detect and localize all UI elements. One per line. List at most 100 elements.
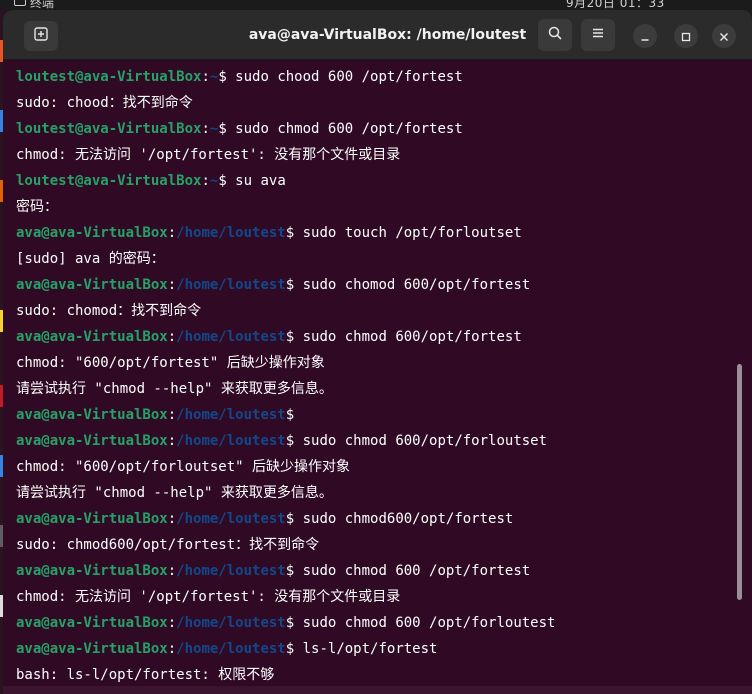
prompt-user-host: loutest@ava-VirtualBox [16, 121, 202, 137]
prompt-symbol: $ [285, 225, 295, 241]
prompt-user-host: ava@ava-VirtualBox [16, 225, 168, 241]
prompt-symbol: $ [285, 433, 295, 449]
prompt-line: ava@ava-VirtualBox:/home/loutest$ sudo t… [16, 220, 752, 246]
prompt-user-host: ava@ava-VirtualBox [16, 641, 168, 657]
prompt-symbol: $ [285, 563, 295, 579]
terminal-window: ava@ava-VirtualBox: /home/loutest loutes… [3, 10, 752, 694]
prompt-path: /home/loutest [176, 277, 286, 293]
terminal-output[interactable]: loutest@ava-VirtualBox:~$ sudo chood 600… [3, 60, 752, 694]
command-text: sudo chmod 600 /opt/forloutest [294, 615, 556, 631]
prompt-separator: : [167, 329, 177, 345]
prompt-path: /home/loutest [176, 641, 286, 657]
prompt-user-host: ava@ava-VirtualBox [16, 563, 168, 579]
command-text: sudo chood 600 /opt/fortest [226, 69, 463, 85]
output-line: chmod: "600/opt/fortest" 后缺少操作对象 [16, 350, 752, 376]
prompt-line: ava@ava-VirtualBox:/home/loutest$ sudo c… [16, 428, 752, 454]
output-text: chmod: 无法访问 '/opt/fortest': 没有那个文件或目录 [16, 147, 401, 163]
prompt-symbol: $ [218, 69, 227, 85]
close-icon [719, 27, 729, 46]
command-text: sudo touch /opt/forloutset [294, 225, 522, 241]
terminal-scrollbar[interactable] [737, 364, 742, 600]
terminal-app-icon[interactable] [14, 0, 26, 6]
prompt-separator: : [167, 433, 177, 449]
prompt-separator: : [167, 511, 177, 527]
command-text: sudo chmod 600 /opt/fortest [294, 563, 531, 579]
prompt-separator: : [167, 641, 177, 657]
maximize-button[interactable] [674, 24, 698, 48]
prompt-separator: : [167, 615, 177, 631]
command-text: sudo chmod 600/opt/fortest [294, 329, 522, 345]
prompt-user-host: loutest@ava-VirtualBox [16, 173, 202, 189]
prompt-line: ava@ava-VirtualBox:/home/loutest$ sudo c… [16, 272, 752, 298]
prompt-path: /home/loutest [176, 511, 286, 527]
prompt-line: ava@ava-VirtualBox:/home/loutest$ [16, 402, 752, 428]
prompt-user-host: ava@ava-VirtualBox [16, 277, 168, 293]
prompt-line: ava@ava-VirtualBox:/home/loutest$ sudo c… [16, 506, 752, 532]
activities-app-label[interactable]: 终端 [30, 0, 54, 10]
prompt-user-host: loutest@ava-VirtualBox [16, 69, 202, 85]
output-line: [sudo] ava 的密码： [16, 246, 752, 272]
output-text: [sudo] ava 的密码： [16, 251, 165, 267]
prompt-user-host: ava@ava-VirtualBox [16, 329, 168, 345]
search-icon [547, 25, 563, 45]
prompt-user-host: ava@ava-VirtualBox [16, 433, 168, 449]
prompt-separator: : [201, 69, 210, 85]
output-text: chmod: "600/opt/forloutset" 后缺少操作对象 [16, 459, 351, 475]
output-line: chmod: "600/opt/forloutset" 后缺少操作对象 [16, 454, 752, 480]
output-line: 请尝试执行 "chmod --help" 来获取更多信息。 [16, 376, 752, 402]
prompt-user-host: ava@ava-VirtualBox [16, 407, 168, 423]
prompt-separator: : [167, 277, 177, 293]
output-line: chmod: 无法访问 '/opt/fortest': 没有那个文件或目录 [16, 584, 752, 610]
prompt-separator: : [167, 407, 177, 423]
window-bottom-edge [3, 686, 752, 694]
close-button[interactable] [712, 24, 736, 48]
prompt-line: loutest@ava-VirtualBox:~$ su ava [16, 168, 752, 194]
maximize-icon [681, 27, 691, 46]
prompt-symbol: $ [285, 407, 295, 423]
prompt-user-host: ava@ava-VirtualBox [16, 615, 168, 631]
clock[interactable]: 9月20日 01：33 [566, 0, 665, 10]
prompt-symbol: $ [285, 615, 295, 631]
minimize-icon [640, 27, 650, 46]
prompt-line: ava@ava-VirtualBox:/home/loutest$ sudo c… [16, 558, 752, 584]
output-line: bash: ls-l/opt/fortest: 权限不够 [16, 662, 752, 688]
output-line: sudo: chood：找不到命令 [16, 90, 752, 116]
output-line: 密码： [16, 194, 752, 220]
header-bar: ava@ava-VirtualBox: /home/loutest [3, 10, 752, 60]
prompt-path: /home/loutest [176, 407, 286, 423]
minimize-button[interactable] [633, 24, 657, 48]
prompt-symbol: $ [285, 641, 295, 657]
output-line: sudo: chmod600/opt/fortest：找不到命令 [16, 532, 752, 558]
search-button[interactable] [538, 19, 572, 51]
prompt-path: /home/loutest [176, 563, 286, 579]
prompt-symbol: $ [285, 277, 295, 293]
prompt-line: ava@ava-VirtualBox:/home/loutest$ sudo c… [16, 324, 752, 350]
prompt-separator: : [167, 563, 177, 579]
prompt-path: /home/loutest [176, 433, 286, 449]
prompt-user-host: ava@ava-VirtualBox [16, 511, 168, 527]
output-line: 请尝试执行 "chmod --help" 来获取更多信息。 [16, 480, 752, 506]
command-text: sudo chomod 600/opt/fortest [294, 277, 531, 293]
hamburger-menu-icon [590, 25, 606, 45]
prompt-symbol: $ [218, 173, 227, 189]
prompt-symbol: $ [218, 121, 227, 137]
prompt-separator: : [201, 121, 210, 137]
system-top-bar: 终端 9月20日 01：33 [0, 0, 752, 10]
command-text: sudo chmod600/opt/fortest [294, 511, 514, 527]
prompt-separator: : [167, 225, 177, 241]
output-line: sudo: chomod：找不到命令 [16, 298, 752, 324]
prompt-symbol: $ [285, 329, 295, 345]
output-text: 请尝试执行 "chmod --help" 来获取更多信息。 [16, 381, 333, 397]
menu-button[interactable] [581, 19, 615, 51]
prompt-line: ava@ava-VirtualBox:/home/loutest$ ls-l/o… [16, 636, 752, 662]
output-line: chmod: 无法访问 '/opt/fortest': 没有那个文件或目录 [16, 142, 752, 168]
output-text: bash: ls-l/opt/fortest: 权限不够 [16, 667, 275, 683]
prompt-separator: : [201, 173, 210, 189]
prompt-path: /home/loutest [176, 225, 286, 241]
prompt-path: /home/loutest [176, 615, 286, 631]
command-text: su ava [226, 173, 286, 189]
output-text: 密码： [16, 199, 58, 215]
prompt-line: loutest@ava-VirtualBox:~$ sudo chood 600… [16, 64, 752, 90]
output-text: chmod: "600/opt/fortest" 后缺少操作对象 [16, 355, 325, 371]
output-text: sudo: chood：找不到命令 [16, 95, 193, 111]
